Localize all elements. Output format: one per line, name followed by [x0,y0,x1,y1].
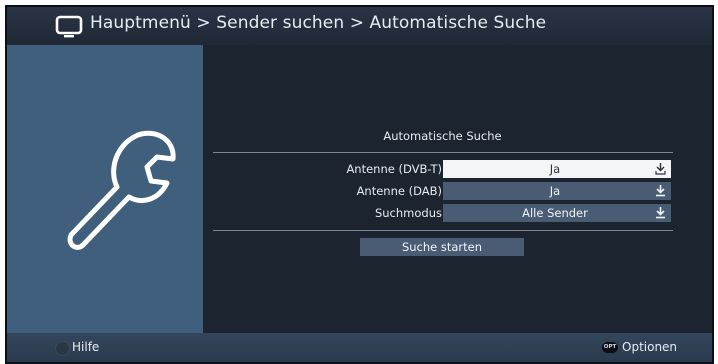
setting-value-dvbt[interactable]: Ja [443,160,671,178]
main-panel: Automatische Suche Antenne (DVB-T) Ja An… [203,45,712,333]
setting-label: Antenne (DVB-T) [346,162,442,176]
download-arrow-icon [655,163,666,175]
setting-label: Antenne (DAB) [356,184,442,198]
setting-row-antenne-dab[interactable]: Antenne (DAB) Ja [203,182,712,200]
wrench-icon [67,130,176,250]
options-label[interactable]: Optionen [622,340,677,354]
start-search-button[interactable]: Suche starten [360,238,524,256]
setting-row-antenne-dvbt[interactable]: Antenne (DVB-T) Ja [203,160,712,178]
divider [213,152,673,153]
setting-value-text: Alle Sender [522,206,588,220]
help-button-icon[interactable] [55,341,70,356]
setting-value-text: Ja [549,184,561,198]
page-title: Hauptmenü > Sender suchen > Automatische… [90,13,547,33]
section-title: Automatische Suche [383,129,502,143]
help-label[interactable]: Hilfe [72,340,99,354]
setting-row-suchmodus[interactable]: Suchmodus Alle Sender [203,204,712,222]
header-bar: Hauptmenü > Sender suchen > Automatische… [7,7,712,45]
setting-value-text: Ja [549,162,561,176]
setting-label: Suchmodus [374,206,442,220]
setting-value-suchmodus[interactable]: Alle Sender [443,204,671,222]
setting-value-dab[interactable]: Ja [443,182,671,200]
footer-bar: Hilfe OPT Optionen [7,333,712,362]
download-arrow-icon [656,207,665,219]
left-panel [7,45,203,333]
download-arrow-icon [656,185,665,197]
opt-key-icon[interactable]: OPT [602,342,618,353]
tv-menu-screen: Hauptmenü > Sender suchen > Automatische… [5,5,714,364]
tv-icon [55,15,83,38]
divider [213,230,673,231]
